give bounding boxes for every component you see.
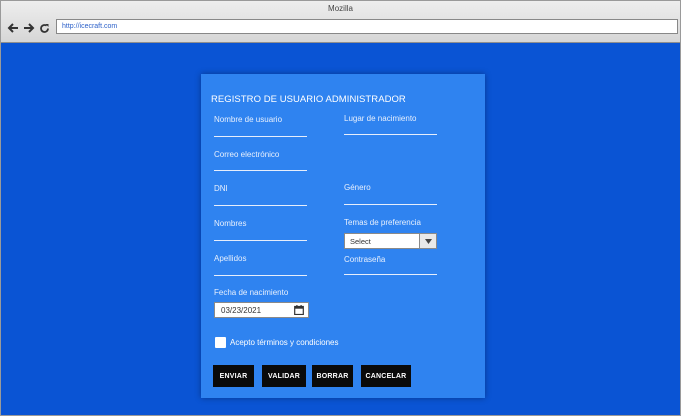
gender-input-line[interactable] — [344, 204, 437, 205]
birthdate-label: Fecha de nacimiento — [214, 288, 289, 297]
chevron-down-icon[interactable] — [419, 234, 436, 248]
gender-label: Género — [344, 183, 371, 192]
clear-button[interactable]: BORRAR — [312, 365, 353, 387]
email-label: Correo electrónico — [214, 150, 280, 159]
dni-input-line[interactable] — [214, 205, 307, 206]
address-bar[interactable]: http://icecraft.com — [56, 19, 678, 34]
calendar-icon[interactable] — [293, 304, 305, 316]
cancel-button[interactable]: CANCELAR — [361, 365, 411, 387]
form-title: REGISTRO DE USUARIO ADMINISTRADOR — [211, 94, 406, 105]
topics-label: Temas de preferencia — [344, 218, 421, 227]
window-title: Mozilla — [328, 4, 353, 13]
username-input-line[interactable] — [214, 136, 307, 137]
terms-label: Acepto términos y condiciones — [230, 338, 339, 347]
names-label: Nombres — [214, 219, 247, 228]
url-text: http://icecraft.com — [62, 23, 118, 30]
dni-label: DNI — [214, 184, 228, 193]
registration-form: REGISTRO DE USUARIO ADMINISTRADOR Nombre… — [201, 74, 485, 398]
browser-window: Mozilla http://icecraft.com REGISTRO DE … — [0, 0, 681, 416]
surnames-field[interactable]: Apellidos — [214, 254, 307, 276]
surnames-label: Apellidos — [214, 254, 247, 263]
page-viewport: REGISTRO DE USUARIO ADMINISTRADOR Nombre… — [1, 43, 680, 415]
names-field[interactable]: Nombres — [214, 219, 307, 241]
password-label: Contraseña — [344, 255, 386, 264]
topics-selected-value: Select — [350, 237, 371, 246]
dni-field[interactable]: DNI — [214, 184, 307, 206]
terms-checkbox[interactable] — [215, 337, 226, 348]
password-field[interactable]: Contraseña — [344, 255, 437, 277]
username-field[interactable]: Nombre de usuario — [214, 115, 307, 137]
names-input-line[interactable] — [214, 240, 307, 241]
topics-select[interactable]: Select — [344, 233, 437, 249]
email-field[interactable]: Correo electrónico — [214, 150, 307, 172]
password-input-line[interactable] — [344, 274, 437, 275]
back-arrow-icon[interactable] — [7, 21, 19, 35]
birthdate-value: 03/23/2021 — [221, 306, 262, 315]
birthplace-label: Lugar de nacimiento — [344, 114, 417, 123]
birthdate-input[interactable]: 03/23/2021 — [214, 302, 309, 318]
browser-chrome: Mozilla http://icecraft.com — [1, 1, 680, 43]
forward-arrow-icon[interactable] — [23, 21, 35, 35]
username-label: Nombre de usuario — [214, 115, 283, 124]
email-input-line[interactable] — [214, 170, 307, 171]
birthplace-field[interactable]: Lugar de nacimiento — [344, 114, 437, 136]
gender-field[interactable]: Género — [344, 183, 437, 205]
submit-button[interactable]: ENVIAR — [213, 365, 254, 387]
birthplace-input-line[interactable] — [344, 134, 437, 135]
reload-icon[interactable] — [39, 21, 50, 35]
surnames-input-line[interactable] — [214, 275, 307, 276]
validate-button[interactable]: VALIDAR — [262, 365, 306, 387]
